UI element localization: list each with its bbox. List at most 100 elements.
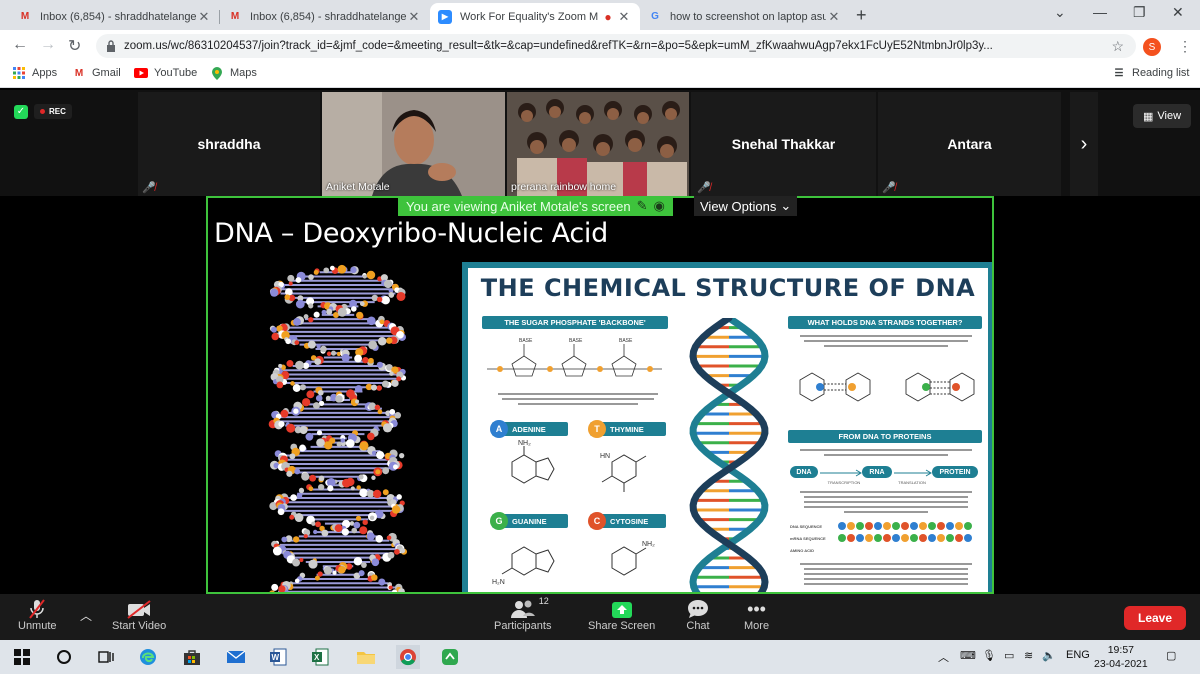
language-indicator[interactable]: ENG (1066, 649, 1090, 661)
dna-atom (301, 472, 309, 480)
close-window-button[interactable]: ✕ (1172, 4, 1184, 21)
dna-atom (316, 438, 325, 447)
search-circle-icon[interactable] (54, 647, 74, 667)
dna-atom (294, 340, 299, 345)
bookmark-gmail[interactable]: M Gmail (72, 67, 121, 79)
browser-tab-3[interactable]: ▶ Work For Equality's Zoom M ● ✕ (430, 3, 640, 30)
share-screen-button[interactable]: Share Screen (588, 598, 655, 632)
browser-menu-icon[interactable]: ⋮ (1178, 38, 1192, 55)
participant-video-tile[interactable]: Aniket Motale (322, 92, 505, 196)
restore-button[interactable]: ❐ (1133, 4, 1146, 21)
back-icon[interactable]: ← (12, 36, 28, 54)
audio-options-chevron-icon[interactable]: ︿ (80, 604, 92, 626)
new-tab-button[interactable]: + (856, 5, 867, 26)
reload-icon[interactable]: ↻ (68, 36, 81, 56)
unmute-button[interactable]: Unmute (18, 598, 57, 632)
file-explorer-icon[interactable] (356, 647, 376, 667)
tray-volume-icon[interactable]: 🔈 (1042, 649, 1056, 662)
mrna-sequence-row (838, 534, 972, 542)
dna-atom (342, 479, 351, 488)
browser-tab-1[interactable]: M Inbox (6,854) - shraddhatelange5 ✕ (10, 3, 220, 30)
view-label: View (1157, 110, 1181, 122)
sequence-base-dot (874, 522, 882, 530)
dna-atom (362, 357, 368, 363)
bookmark-youtube[interactable]: YouTube (134, 67, 197, 79)
browser-tab-strip: M Inbox (6,854) - shraddhatelange5 ✕ M I… (0, 0, 1200, 30)
browser-tab-2[interactable]: M Inbox (6,854) - shraddhatelange5 ✕ (220, 3, 430, 30)
codon-description (794, 448, 978, 462)
dna-atom (378, 578, 385, 585)
tray-microphone-icon[interactable]: 🎙 (982, 649, 996, 662)
clock-date: 23-04-2021 (1094, 657, 1148, 671)
tray-battery-icon[interactable]: ▭ (1004, 649, 1014, 662)
reading-list-button[interactable]: ☰ Reading list (1112, 67, 1189, 79)
tray-overflow-icon[interactable]: ︿ (938, 649, 949, 665)
participant-tile[interactable]: shraddha 🎤̸ (138, 92, 320, 196)
dna-atom (289, 453, 295, 459)
dna-atom (319, 475, 325, 481)
sequence-base-dot (919, 522, 927, 530)
dna-double-helix-illustration (684, 318, 774, 594)
store-icon[interactable] (182, 647, 202, 667)
tray-wifi-icon[interactable]: ≋ (1024, 649, 1033, 662)
chat-button[interactable]: Chat (686, 598, 710, 632)
start-video-button[interactable]: Start Video (112, 598, 166, 632)
transcription-label: TRANSCRIPTION (824, 480, 864, 486)
forward-icon[interactable]: → (40, 36, 56, 54)
view-options-button[interactable]: View Options ⌄ (694, 196, 797, 216)
word-icon[interactable]: W (268, 647, 288, 667)
participant-tile[interactable]: Antara 🎤̸ (878, 92, 1061, 196)
dna-atom (367, 532, 375, 540)
base-label-guanine: G GUANINE (492, 514, 568, 528)
dna-atom (338, 308, 347, 317)
bookmark-star-icon[interactable]: ☆ (1111, 38, 1124, 55)
participant-video-tile[interactable]: prerana rainbow home (507, 92, 689, 196)
bookmark-maps[interactable]: Maps (210, 67, 257, 79)
dna-atom (356, 516, 361, 521)
dna-atom (382, 381, 389, 388)
close-tab-icon[interactable]: ✕ (406, 9, 422, 25)
participant-tile[interactable]: Snehal Thakkar (691, 92, 876, 196)
close-tab-icon[interactable]: ✕ (826, 9, 842, 25)
pen-icon[interactable]: ✎ (637, 198, 648, 214)
mail-icon[interactable] (226, 647, 246, 667)
dna-atom (290, 381, 295, 386)
chat-label: Chat (686, 620, 709, 632)
tab-search-icon[interactable]: ⌄ (1054, 4, 1066, 21)
more-label: More (744, 620, 769, 632)
minimize-button[interactable]: — (1093, 4, 1107, 20)
close-tab-icon[interactable]: ✕ (196, 9, 212, 25)
recording-indicator: ✓ REC (14, 104, 72, 119)
browser-tab-4[interactable]: G how to screenshot on laptop asu ✕ (640, 3, 850, 30)
guanine-cytosine-structures: NH₂H₂N (492, 532, 672, 594)
dna-atom (299, 445, 306, 452)
address-bar[interactable]: zoom.us/wc/86310204537/join?track_id=&jm… (96, 34, 1136, 58)
taskbar-clock[interactable]: 19:57 23-04-2021 (1094, 643, 1148, 671)
dna-atom (314, 358, 321, 365)
edge-browser-icon[interactable] (138, 647, 158, 667)
excel-icon[interactable]: X (310, 647, 330, 667)
dna-atom (289, 515, 294, 520)
view-button[interactable]: ▦ View (1133, 104, 1191, 128)
chrome-icon[interactable] (396, 645, 420, 669)
next-page-arrow-icon[interactable]: › (1070, 92, 1098, 196)
close-tab-icon[interactable]: ✕ (616, 9, 632, 25)
windows-start-icon[interactable] (12, 647, 32, 667)
base-word: BASE (619, 338, 633, 344)
profile-avatar[interactable]: S (1143, 38, 1161, 56)
dna-atom (308, 341, 316, 349)
bookmark-apps[interactable]: Apps (12, 67, 57, 79)
task-view-icon[interactable] (96, 647, 116, 667)
participants-button[interactable]: 12 Participants (494, 598, 551, 632)
dna-atom (335, 395, 342, 402)
muted-mic-icon: 🎤̸ (697, 181, 711, 194)
dna-atom (389, 409, 395, 415)
tray-device-icon[interactable]: ⌨ (960, 649, 976, 662)
green-app-icon[interactable] (440, 647, 460, 667)
more-button[interactable]: ••• More (744, 598, 769, 632)
notification-icon[interactable]: ▢ (1166, 649, 1176, 662)
viewing-screen-text: You are viewing Aniket Motale's screen (406, 199, 631, 214)
dna-atom (313, 530, 317, 534)
sequence-base-dot (955, 534, 963, 542)
leave-button[interactable]: Leave (1124, 606, 1186, 630)
